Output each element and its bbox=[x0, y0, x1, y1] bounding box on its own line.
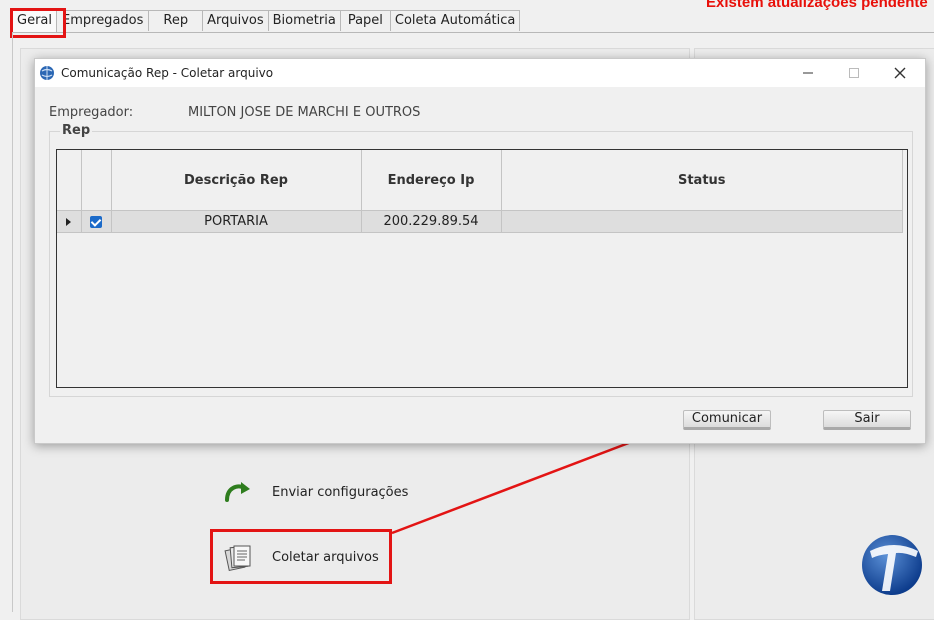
column-header-description[interactable]: Descrição Rep bbox=[111, 150, 362, 211]
cell-description[interactable]: PORTARIA bbox=[111, 210, 362, 233]
rep-group-title: Rep bbox=[60, 123, 93, 138]
rep-grid[interactable]: Descrição Rep Endereço Ip Status PORTARI… bbox=[56, 149, 908, 388]
column-header-ip[interactable]: Endereço Ip bbox=[361, 150, 502, 211]
column-header-status[interactable]: Status bbox=[501, 150, 903, 211]
rep-group: Rep Descrição Rep Endereço Ip Status POR… bbox=[49, 123, 913, 397]
cell-status[interactable] bbox=[501, 210, 903, 233]
row-checkbox[interactable] bbox=[90, 215, 102, 228]
row-selector-header bbox=[57, 150, 82, 211]
dialog-title: Comunicação Rep - Coletar arquivo bbox=[61, 66, 274, 80]
maximize-button[interactable] bbox=[831, 59, 877, 87]
table-row[interactable]: PORTARIA 200.229.89.54 bbox=[57, 210, 903, 233]
checkbox-header bbox=[81, 150, 112, 211]
app-globe-icon bbox=[39, 65, 55, 81]
close-icon bbox=[894, 67, 906, 79]
minimize-button[interactable] bbox=[785, 59, 831, 87]
current-row-arrow-icon bbox=[66, 217, 72, 226]
minimize-icon bbox=[803, 72, 813, 74]
dialog-titlebar[interactable]: Comunicação Rep - Coletar arquivo bbox=[35, 59, 925, 87]
row-selector[interactable] bbox=[57, 210, 82, 233]
communicate-button[interactable]: Comunicar bbox=[683, 410, 771, 430]
exit-button[interactable]: Sair bbox=[823, 410, 911, 430]
collect-files-dialog: Comunicação Rep - Coletar arquivo Empreg… bbox=[34, 58, 926, 444]
grid-header-row: Descrição Rep Endereço Ip Status bbox=[57, 150, 903, 211]
company-logo bbox=[860, 533, 924, 597]
row-checkbox-cell[interactable] bbox=[81, 210, 112, 233]
employer-label: Empregador: bbox=[49, 105, 134, 120]
cell-ip[interactable]: 200.229.89.54 bbox=[361, 210, 502, 233]
employer-value: MILTON JOSE DE MARCHI E OUTROS bbox=[188, 105, 421, 120]
close-button[interactable] bbox=[877, 59, 923, 87]
maximize-icon bbox=[849, 68, 859, 78]
